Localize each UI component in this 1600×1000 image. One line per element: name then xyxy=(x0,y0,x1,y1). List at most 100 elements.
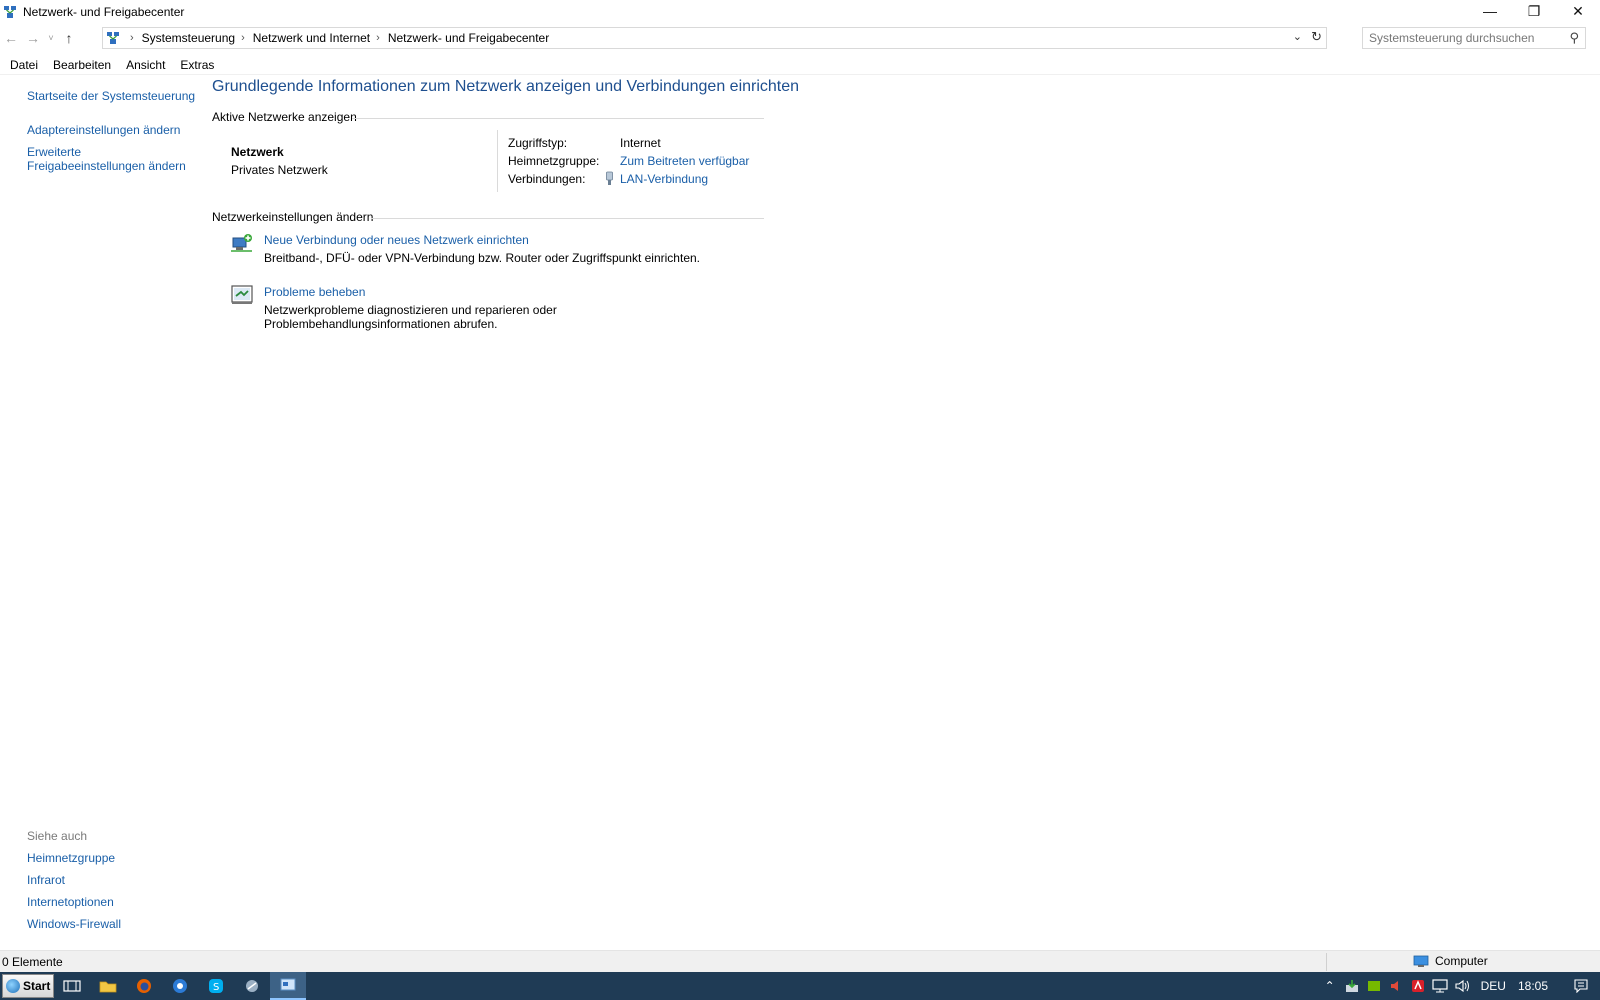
app-icon xyxy=(246,980,258,992)
change-settings-title: Netzwerkeinstellungen ändern xyxy=(212,210,374,224)
forward-arrow-icon: → xyxy=(26,30,40,46)
tray-volume-button[interactable] xyxy=(1451,972,1473,1000)
svg-text:S: S xyxy=(213,982,219,993)
system-tray: ⌃ DEU 18:05 xyxy=(1319,972,1600,1000)
menu-datei[interactable]: Datei xyxy=(10,58,38,72)
recent-locations-button[interactable]: ˅ xyxy=(44,27,58,49)
status-zone: Computer xyxy=(1413,954,1488,968)
minimize-button[interactable]: — xyxy=(1468,0,1512,22)
tray-speaker-app-button[interactable] xyxy=(1385,972,1407,1000)
troubleshoot-description: Netzwerkprobleme diagnostizieren und rep… xyxy=(264,303,557,331)
troubleshoot-icon xyxy=(231,285,253,304)
connections-label: Verbindungen: xyxy=(508,172,586,186)
restore-icon: ❐ xyxy=(1527,2,1541,19)
menu-ansicht[interactable]: Ansicht xyxy=(126,58,165,72)
up-arrow-icon: ↑ xyxy=(65,30,73,46)
computer-icon xyxy=(1413,955,1429,967)
tray-nvidia-button[interactable] xyxy=(1363,972,1385,1000)
new-connection-description: Breitband-, DFÜ- oder VPN-Verbindung bzw… xyxy=(264,251,700,265)
access-type-value: Internet xyxy=(620,136,661,150)
search-input[interactable] xyxy=(1369,31,1559,45)
see-also-infrarot[interactable]: Infrarot xyxy=(27,873,65,887)
chevron-down-icon: ˅ xyxy=(48,33,54,43)
taskbar-app-button[interactable] xyxy=(234,972,270,1000)
folder-icon xyxy=(99,981,117,993)
see-also-internetoptionen[interactable]: Internetoptionen xyxy=(27,895,114,909)
taskbar-firefox-button[interactable] xyxy=(126,972,162,1000)
taskbar-edge-button[interactable] xyxy=(162,972,198,1000)
lan-connection-link[interactable]: LAN-Verbindung xyxy=(620,172,708,186)
menu-bar: Datei Bearbeiten Ansicht Extras xyxy=(0,55,1600,75)
menu-extras[interactable]: Extras xyxy=(180,58,214,72)
tray-network-button[interactable] xyxy=(1429,972,1451,1000)
restore-button[interactable]: ❐ xyxy=(1512,0,1556,22)
start-orb-icon xyxy=(6,979,20,993)
skype-icon: S xyxy=(209,979,223,993)
advanced-sharing-link-line1[interactable]: Erweiterte xyxy=(27,145,81,159)
breadcrumb-item-freigabecenter[interactable]: Netzwerk- und Freigabecenter xyxy=(388,31,549,45)
control-panel-home-link[interactable]: Startseite der Systemsteuerung xyxy=(27,89,195,103)
status-bar: 0 Elemente Computer xyxy=(0,950,1600,972)
adapter-settings-link[interactable]: Adaptereinstellungen ändern xyxy=(27,123,180,137)
antivirus-icon xyxy=(1411,980,1424,992)
up-button[interactable]: ↑ xyxy=(58,27,80,49)
speaker-app-icon xyxy=(1390,981,1398,991)
access-type-label: Zugriffstyp: xyxy=(508,136,568,150)
see-also-title: Siehe auch xyxy=(27,829,88,843)
action-center-button[interactable] xyxy=(1570,972,1592,1000)
status-divider xyxy=(1326,953,1327,971)
network-type: Privates Netzwerk xyxy=(231,163,328,177)
forward-button[interactable]: → xyxy=(22,27,44,49)
volume-icon xyxy=(1455,979,1469,993)
breadcrumb[interactable]: › Systemsteuerung › Netzwerk und Interne… xyxy=(102,27,1327,49)
address-dropdown-icon[interactable]: ⌄ xyxy=(1293,30,1302,43)
network-icon xyxy=(1432,979,1448,993)
breadcrumb-separator-icon[interactable]: › xyxy=(241,32,245,44)
back-button[interactable]: ← xyxy=(0,27,22,49)
homegroup-link[interactable]: Zum Beitreten verfügbar xyxy=(620,154,749,168)
control-panel-icon xyxy=(280,978,296,991)
title-bar: Netzwerk- und Freigabecenter — ❐ ✕ xyxy=(0,0,1600,24)
input-language[interactable]: DEU xyxy=(1481,979,1506,993)
taskbar-explorer-button[interactable] xyxy=(90,972,126,1000)
taskbar: Start S ⌃ DEU 18:05 xyxy=(0,972,1600,1000)
item-count: 0 Elemente xyxy=(2,954,63,969)
breadcrumb-separator-icon[interactable]: › xyxy=(130,32,134,44)
new-connection-link[interactable]: Neue Verbindung oder neues Netzwerk einr… xyxy=(264,233,529,247)
close-button[interactable]: ✕ xyxy=(1556,0,1600,22)
notification-icon xyxy=(1574,979,1588,993)
control-panel-icon xyxy=(107,32,119,44)
clock[interactable]: 18:05 xyxy=(1518,979,1548,993)
menu-bearbeiten[interactable]: Bearbeiten xyxy=(53,58,111,72)
nvidia-icon xyxy=(1367,981,1380,991)
tray-antivirus-button[interactable] xyxy=(1407,972,1429,1000)
see-also-windows-firewall[interactable]: Windows-Firewall xyxy=(27,917,121,931)
ethernet-icon xyxy=(606,171,613,185)
advanced-sharing-link-line2[interactable]: Freigabeeinstellungen ändern xyxy=(27,159,186,173)
refresh-icon[interactable]: ↻ xyxy=(1311,29,1322,45)
tray-download-button[interactable] xyxy=(1341,972,1363,1000)
new-connection-icon xyxy=(231,234,252,252)
troubleshoot-link[interactable]: Probleme beheben xyxy=(264,285,365,299)
search-box[interactable]: ⚲ xyxy=(1362,27,1586,49)
task-view-button[interactable] xyxy=(54,972,90,1000)
breadcrumb-separator-icon[interactable]: › xyxy=(376,32,380,44)
page-title: Grundlegende Informationen zum Netzwerk … xyxy=(212,78,800,95)
breadcrumb-item-netzwerk-internet[interactable]: Netzwerk und Internet xyxy=(253,31,370,45)
tray-expand-button[interactable]: ⌃ xyxy=(1319,972,1341,1000)
window-title: Netzwerk- und Freigabecenter xyxy=(23,5,185,19)
section-divider xyxy=(371,218,764,219)
close-icon: ✕ xyxy=(1572,2,1584,19)
start-label: Start xyxy=(23,979,51,993)
task-view-icon xyxy=(63,980,81,992)
section-divider xyxy=(352,118,764,119)
minimize-icon: — xyxy=(1483,3,1497,19)
taskbar-skype-button[interactable]: S xyxy=(198,972,234,1000)
breadcrumb-item-systemsteuerung[interactable]: Systemsteuerung xyxy=(142,31,235,45)
start-button[interactable]: Start xyxy=(2,974,54,998)
active-networks-title: Aktive Netzwerke anzeigen xyxy=(212,110,357,124)
network-name: Netzwerk xyxy=(231,145,284,159)
search-icon[interactable]: ⚲ xyxy=(1569,30,1579,46)
see-also-heimnetzgruppe[interactable]: Heimnetzgruppe xyxy=(27,851,115,865)
taskbar-control-panel-button[interactable] xyxy=(270,972,306,1000)
